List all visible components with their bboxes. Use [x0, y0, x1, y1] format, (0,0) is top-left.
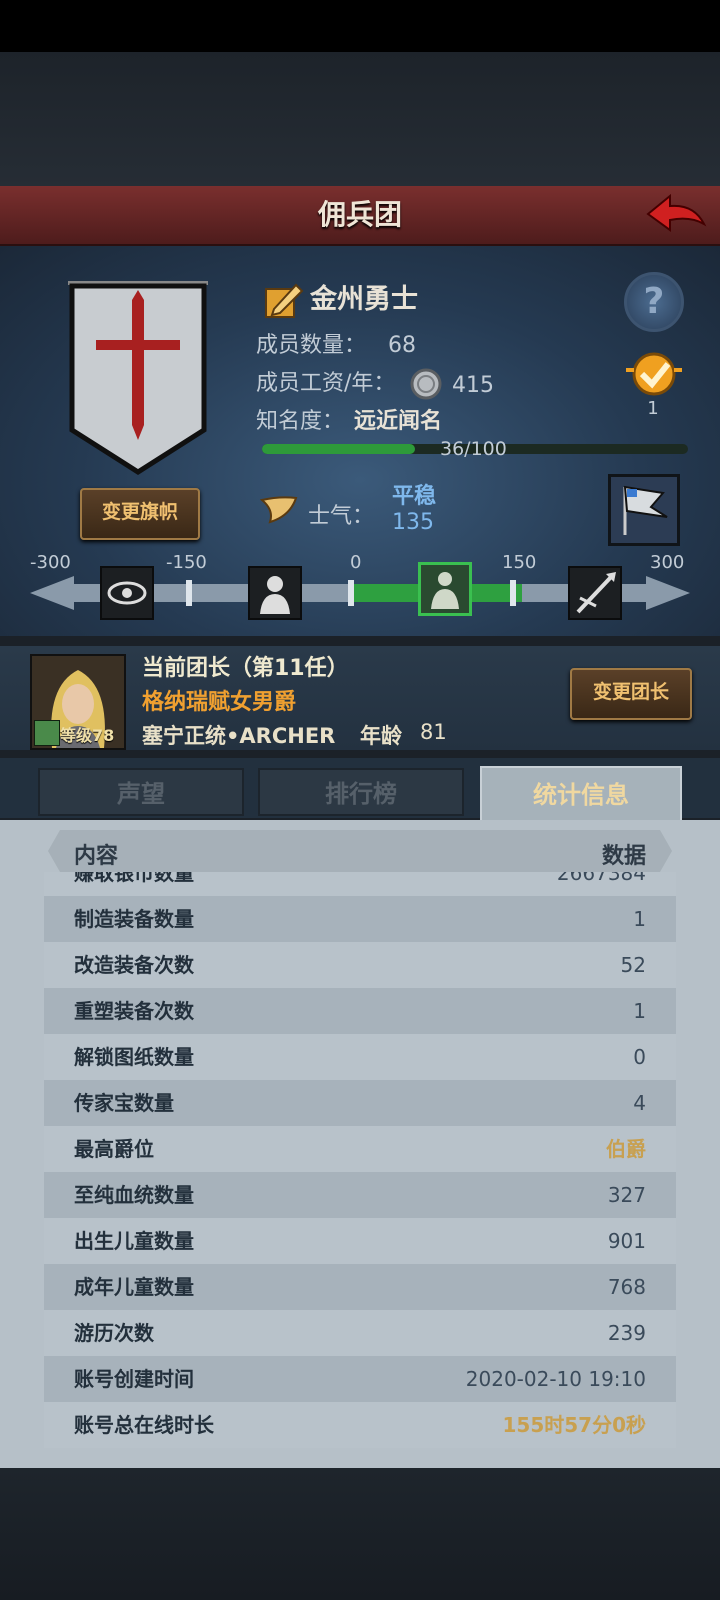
morale-state: 平稳 [392, 484, 437, 509]
row-label: 出生儿童数量 [74, 1229, 194, 1253]
members-value: 68 [388, 333, 416, 358]
morale-tick-minus150: -150 [166, 552, 207, 573]
salary-label: 成员工资/年： [256, 371, 396, 396]
table-row: 赚取银币数量 2667384 [44, 872, 676, 896]
change-banner-button[interactable]: 变更旗帜 [80, 488, 200, 540]
leader-title: 当前团长（第11任） [142, 656, 349, 681]
row-label: 解锁图纸数量 [74, 1045, 194, 1069]
row-value: 901 [607, 1229, 646, 1253]
row-label: 账号创建时间 [74, 1367, 194, 1391]
row-label: 赚取银币数量 [74, 872, 194, 885]
row-label: 制造装备数量 [74, 907, 194, 931]
help-button[interactable]: ? [624, 272, 684, 332]
guild-name: 金州勇士 [310, 284, 418, 315]
morale-tick-150: 150 [502, 552, 537, 573]
leader-level: 等级78 [60, 726, 115, 745]
change-leader-button[interactable]: 变更团长 [570, 668, 692, 720]
tab-statistics[interactable]: 统计信息 [480, 766, 682, 824]
table-row: 解锁图纸数量 0 [44, 1034, 676, 1080]
tab-reputation[interactable]: 声望 [38, 768, 244, 816]
leader-age: 81 [420, 720, 447, 744]
row-label: 改造装备次数 [74, 953, 194, 977]
status-bar [0, 0, 720, 52]
table-row: 改造装备次数 52 [44, 942, 676, 988]
row-value: 1 [633, 907, 646, 931]
table-row: 出生儿童数量 901 [44, 1218, 676, 1264]
class-icon [34, 720, 60, 746]
flag-button[interactable] [608, 474, 680, 546]
table-row: 传家宝数量 4 [44, 1080, 676, 1126]
horn-icon [259, 492, 300, 526]
row-value: 2020-02-10 19:10 [465, 1367, 646, 1391]
row-label: 成年儿童数量 [74, 1275, 194, 1299]
row-label: 游历次数 [74, 1321, 154, 1345]
background-upper [0, 52, 720, 187]
tab-ranking[interactable]: 排行榜 [258, 768, 464, 816]
table-row: 最高爵位 伯爵 [44, 1126, 676, 1172]
table-row: 账号总在线时长 155时57分0秒 [44, 1402, 676, 1448]
row-value: 239 [607, 1321, 646, 1345]
table-row: 至纯血统数量 327 [44, 1172, 676, 1218]
row-label: 账号总在线时长 [74, 1413, 214, 1437]
row-value: 327 [607, 1183, 646, 1207]
page-title: 佣兵团 [317, 198, 402, 231]
eye-icon[interactable] [100, 566, 154, 620]
table-row: 账号创建时间 2020-02-10 19:10 [44, 1356, 676, 1402]
row-value: 0 [633, 1045, 646, 1069]
leader-age-label: 年龄 [360, 724, 402, 748]
back-arrow-icon [646, 193, 707, 232]
row-value: 伯爵 [606, 1137, 646, 1161]
back-button[interactable] [644, 190, 708, 240]
column-header-data: 数据 [601, 844, 646, 869]
leader-name: 格纳瑞赋女男爵 [142, 690, 297, 715]
row-label: 至纯血统数量 [74, 1183, 194, 1207]
row-label: 最高爵位 [74, 1137, 154, 1161]
row-value: 768 [607, 1275, 646, 1299]
row-value: 4 [633, 1091, 646, 1115]
achievement-badge-icon[interactable] [622, 348, 686, 404]
table-rows[interactable]: 赚取银币数量 2667384 制造装备数量 1 改造装备次数 52 重塑装备次数 1 解锁图纸数… [44, 872, 676, 1466]
badge-count: 1 [647, 398, 659, 419]
row-label: 重塑装备次数 [74, 999, 194, 1023]
silver-coin-icon [410, 368, 442, 400]
row-value: 155时57分0秒 [502, 1413, 647, 1437]
morale-tick-300: 300 [650, 552, 685, 573]
calm-figure-icon[interactable] [418, 562, 472, 616]
table-row: 重塑装备次数 1 [44, 988, 676, 1034]
table-row: 游历次数 239 [44, 1310, 676, 1356]
table-row: 成年儿童数量 768 [44, 1264, 676, 1310]
fame-value: 远近闻名 [354, 409, 443, 434]
fame-label: 知名度： [256, 409, 345, 434]
crying-figure-icon[interactable] [248, 566, 302, 620]
help-icon: ? [643, 281, 665, 322]
row-value: 2667384 [556, 872, 646, 885]
edit-name-icon[interactable] [264, 281, 304, 319]
salary-value: 415 [452, 373, 494, 398]
fame-progress-text: 36/100 [440, 438, 507, 460]
row-label: 传家宝数量 [74, 1091, 174, 1115]
guild-banner [56, 280, 220, 480]
flag-icon [611, 477, 677, 543]
row-value: 1 [633, 999, 646, 1023]
fame-progress-fill [262, 444, 416, 454]
members-label: 成员数量： [256, 333, 367, 358]
morale-tick-minus300: -300 [30, 552, 71, 573]
column-header-content: 内容 [74, 844, 119, 869]
spear-icon[interactable] [568, 566, 622, 620]
table-row: 制造装备数量 1 [44, 896, 676, 942]
morale-label: 士气： [308, 504, 375, 529]
morale-tick-0: 0 [350, 552, 362, 573]
background-lower [0, 1468, 720, 1600]
row-value: 52 [620, 953, 646, 977]
leader-class: 塞宁正统•ARCHER [142, 724, 336, 748]
morale-value: 135 [392, 510, 434, 535]
